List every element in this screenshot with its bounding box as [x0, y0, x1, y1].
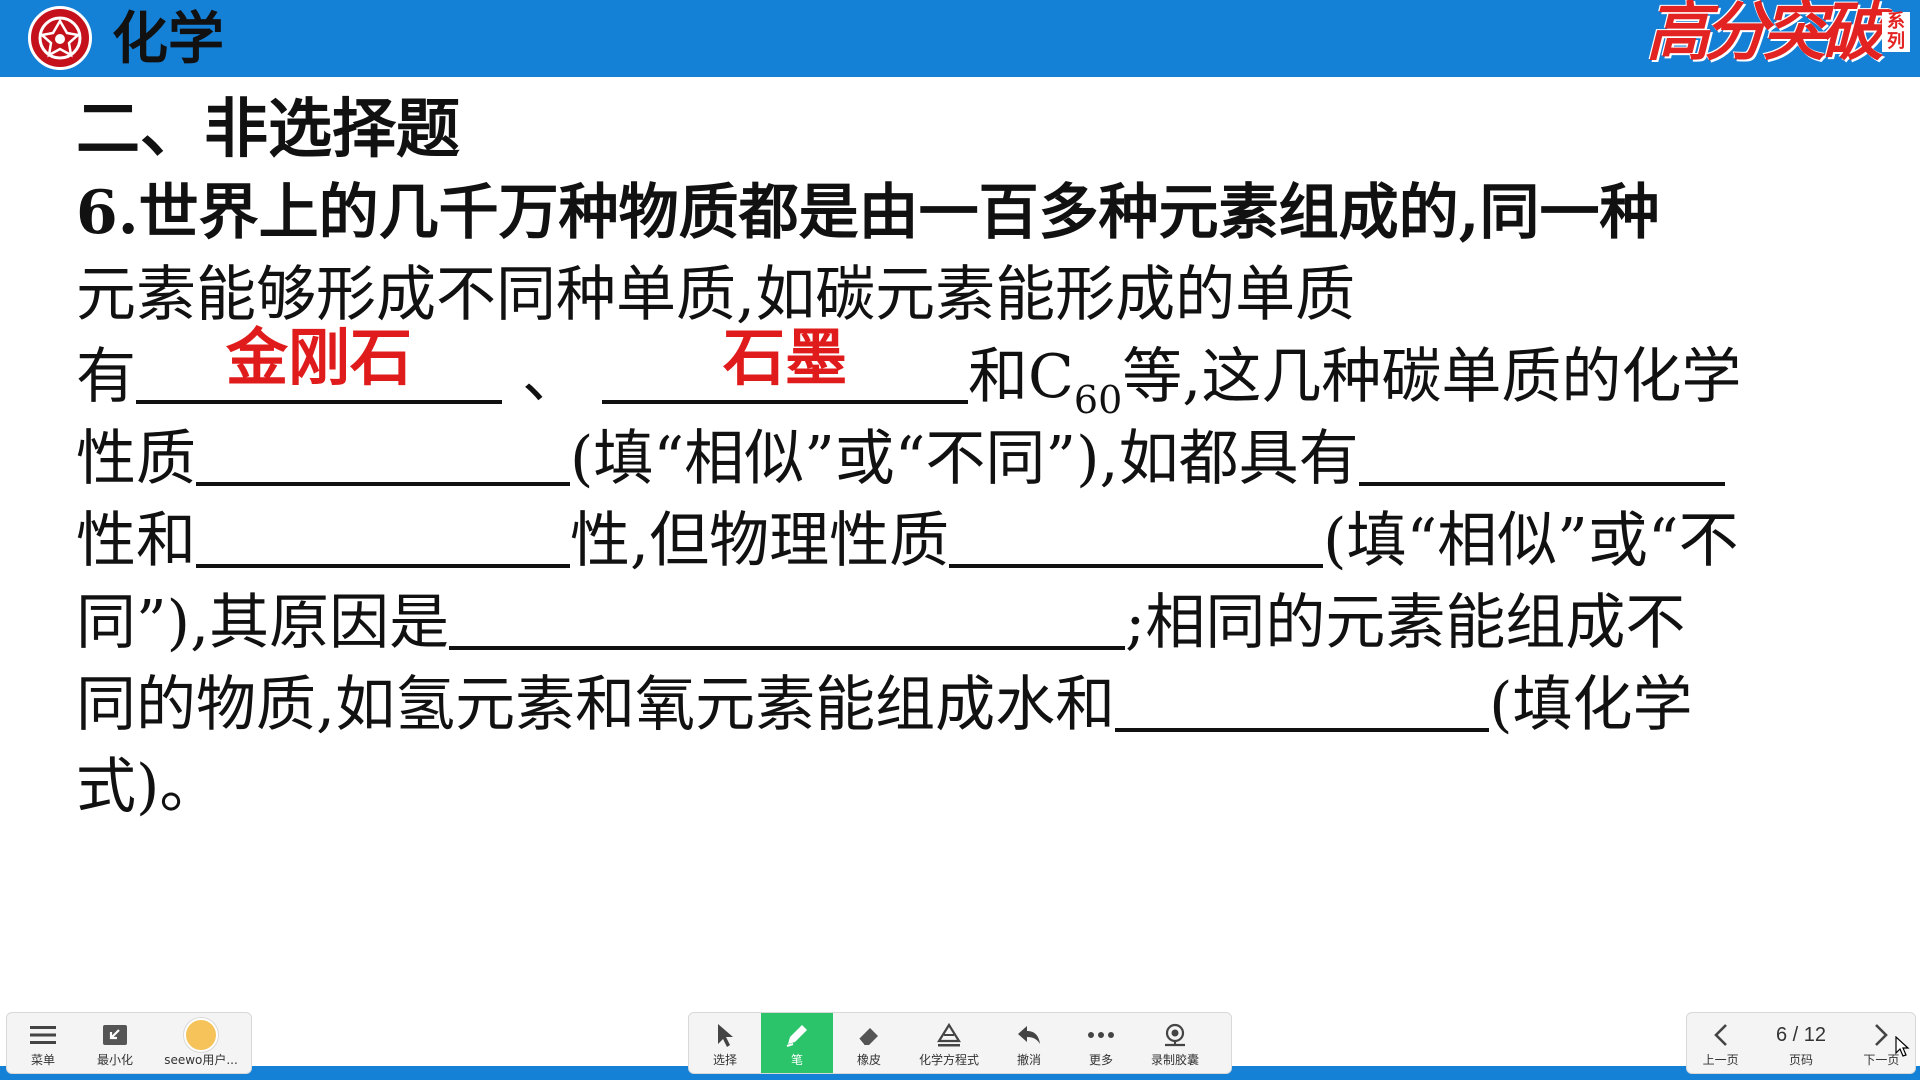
menu-icon	[29, 1017, 57, 1053]
question-line: 性质 (填“相似”或“不同”),如都具有	[76, 418, 1876, 500]
menu-label: 菜单	[30, 1053, 55, 1067]
undo-button[interactable]: 撤消	[993, 1013, 1065, 1073]
question-line: 性和 性,但物理性质 (填“相似”或“不	[76, 500, 1876, 582]
menu-button[interactable]: 菜单	[7, 1013, 79, 1073]
flask-icon	[935, 1017, 963, 1053]
record-capsule-button[interactable]: 录制胶囊	[1137, 1013, 1213, 1073]
brand-title: 高分突破	[1646, 0, 1884, 70]
undo-label: 撤消	[1016, 1053, 1041, 1067]
toolbar-right: 上一页 6 / 12 页码 下一页	[1686, 1012, 1916, 1074]
chevron-left-icon	[1711, 1017, 1731, 1053]
prev-page-button[interactable]: 上一页	[1687, 1013, 1754, 1073]
subscript-text: 60	[1073, 378, 1123, 422]
cursor-icon	[714, 1017, 736, 1053]
section-title: 二、非选择题	[76, 93, 460, 167]
toolbar-center: 选择 笔 橡皮 化学方程式 撤消 更多 录制胶囊	[688, 1012, 1232, 1074]
record-icon	[1160, 1017, 1190, 1053]
pen-icon	[783, 1017, 811, 1053]
question-text: 性质	[76, 424, 196, 494]
brand-subtitle: 系列	[1882, 12, 1910, 52]
question-line: 有 金刚石 、 石墨 和C60等,这几种碳单质的化学	[76, 322, 1876, 423]
header-bar: 化学 高分突破 系列	[0, 0, 1920, 77]
question-text: 等,这几种碳单质的化学	[1122, 342, 1742, 412]
answer-blank	[1115, 664, 1490, 732]
mouse-cursor-icon	[1895, 1036, 1910, 1057]
question-text: 有	[76, 342, 136, 412]
answer-blank: 石墨	[602, 322, 968, 404]
question-text: 同”),其原因是	[76, 588, 450, 658]
question-text: (填“相似”或“不同”),如都具有	[570, 424, 1359, 494]
eraser-label: 橡皮	[856, 1053, 881, 1067]
more-button[interactable]: 更多	[1065, 1013, 1137, 1073]
user-button[interactable]: seewo用户...	[151, 1013, 251, 1073]
subject-title: 化学	[112, 7, 224, 72]
pen-label: 笔	[790, 1053, 803, 1067]
question-line: 同”),其原因是 ;相同的元素能组成不	[76, 582, 1876, 664]
question-text: 性和	[76, 506, 196, 576]
answer-blank	[1358, 418, 1725, 486]
chevron-right-icon	[1871, 1017, 1891, 1053]
minimize-label: 最小化	[96, 1053, 133, 1067]
answer-text: 金刚石	[225, 321, 412, 394]
question-text: 式)。	[76, 752, 220, 822]
question-text: 元素能够形成不同种单质,如碳元素能形成的单质	[76, 260, 1356, 330]
question-text: 、	[522, 342, 582, 412]
question-line: 同的物质,如氢元素和氧元素能组成水和 (填化学	[76, 664, 1876, 746]
user-label: seewo用户...	[164, 1053, 238, 1067]
question-text: ;相同的元素能组成不	[1125, 588, 1686, 658]
question-text: (填“相似”或“不	[1323, 506, 1739, 576]
question-text: 性,但物理性质	[570, 506, 950, 576]
slide-content: 二、非选择题 6.世界上的几千万种物质都是由一百多种元素组成的,同一种 元素能够…	[76, 90, 1876, 828]
minimize-button[interactable]: 最小化	[79, 1013, 151, 1073]
select-label: 选择	[712, 1053, 737, 1067]
question-line: 式)。	[76, 746, 1876, 828]
answer-text: 石墨	[722, 321, 847, 394]
avatar-icon	[184, 1018, 218, 1052]
answer-blank	[196, 418, 570, 486]
answer-blank: 金刚石	[136, 322, 502, 404]
eraser-icon	[855, 1017, 883, 1053]
question-text: 和C	[968, 342, 1074, 412]
school-logo	[28, 6, 92, 70]
page-number-text: 6 / 12	[1775, 1023, 1827, 1046]
select-tool-button[interactable]: 选择	[689, 1013, 761, 1073]
brand-logo: 高分突破 系列	[1646, 0, 1910, 74]
eraser-tool-button[interactable]: 橡皮	[833, 1013, 905, 1073]
toolbar-left: 菜单 最小化 seewo用户...	[6, 1012, 252, 1074]
record-label: 录制胶囊	[1150, 1053, 1199, 1067]
page-label: 页码	[1788, 1053, 1813, 1067]
page-indicator[interactable]: 6 / 12 页码	[1754, 1013, 1847, 1073]
question-text: (填化学	[1489, 670, 1693, 740]
minimize-icon	[101, 1017, 129, 1053]
chem-equation-button[interactable]: 化学方程式	[905, 1013, 993, 1073]
pen-tool-button[interactable]: 笔	[761, 1013, 833, 1073]
question-text: 同的物质,如氢元素和氧元素能组成水和	[76, 670, 1116, 740]
more-label: 更多	[1088, 1053, 1113, 1067]
prev-page-label: 上一页	[1702, 1053, 1739, 1067]
answer-blank	[196, 500, 570, 568]
chem-equation-label: 化学方程式	[918, 1053, 979, 1067]
question-text: 6.世界上的几千万种物质都是由一百多种元素组成的,同一种	[76, 178, 1660, 248]
more-icon	[1086, 1017, 1116, 1053]
answer-blank	[449, 582, 1126, 650]
question-line: 6.世界上的几千万种物质都是由一百多种元素组成的,同一种	[76, 172, 1876, 254]
answer-blank	[949, 500, 1324, 568]
undo-icon	[1015, 1017, 1043, 1053]
